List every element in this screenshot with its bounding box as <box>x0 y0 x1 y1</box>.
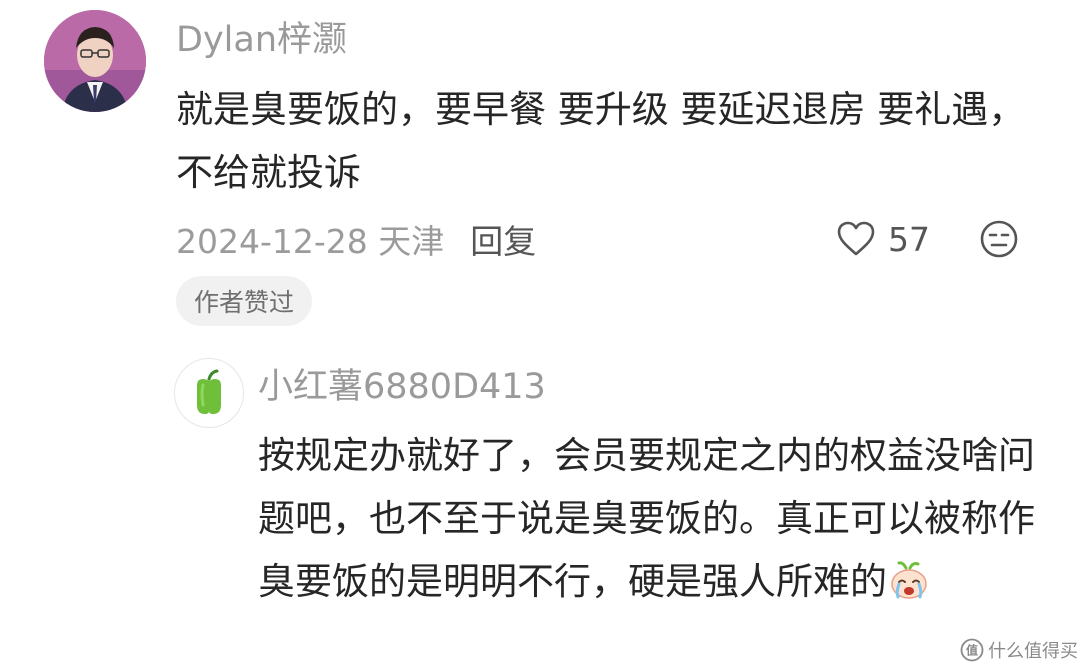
like-button[interactable]: 57 <box>836 214 930 264</box>
reply-button[interactable]: 回复 <box>470 215 536 263</box>
author-liked-badge: 作者赞过 <box>176 276 313 326</box>
svg-text:值: 值 <box>966 643 978 658</box>
reply-avatar[interactable] <box>174 358 244 428</box>
avatar-photo <box>44 10 146 112</box>
dislike-button[interactable] <box>979 219 1019 259</box>
crying-emoji-icon <box>891 561 927 599</box>
heart-icon <box>837 221 875 256</box>
like-count: 57 <box>888 219 930 259</box>
watermark: 值 什么值得买 <box>960 637 1078 663</box>
comment-text: 就是臭要饭的，要早餐 要升级 要延迟退房 要礼遇，不给就投诉 <box>176 88 1026 194</box>
comment-date-location: 2024-12-28 天津 <box>176 222 445 261</box>
watermark-text: 什么值得买 <box>988 641 1078 662</box>
dislike-face-icon <box>980 220 1018 258</box>
reply-text-block: 按规定办就好了，会员要规定之内的权益没啥问题吧，也不至于说是臭要饭的。真正可以被… <box>258 424 1048 613</box>
comment-username[interactable]: Dylan梓灏 <box>176 18 347 62</box>
avatar[interactable] <box>44 10 146 112</box>
smzdm-logo-icon: 值 <box>960 638 984 662</box>
pepper-avatar-icon <box>197 369 221 414</box>
reply-username[interactable]: 小红薯6880D413 <box>258 365 546 409</box>
comment-meta: 2024-12-28 天津 回复 <box>176 214 536 264</box>
